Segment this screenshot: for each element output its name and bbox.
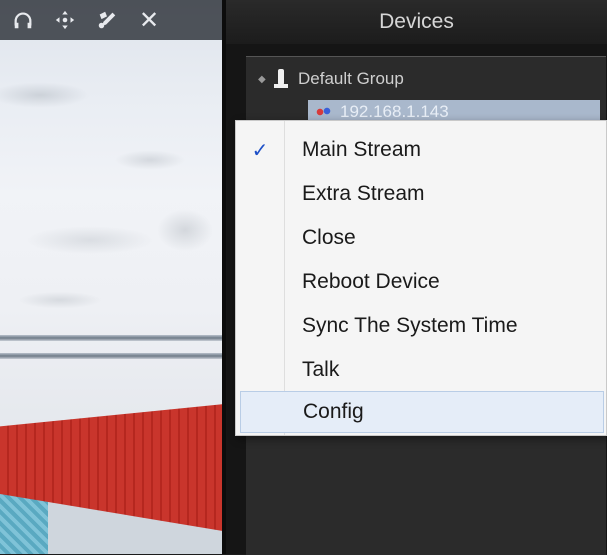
group-label: Default Group xyxy=(298,69,404,88)
video-pipe-lower xyxy=(0,353,222,359)
headphones-icon[interactable] xyxy=(8,5,38,35)
edit-icon[interactable] xyxy=(92,5,122,35)
menu-item-label: Main Stream xyxy=(302,138,422,161)
video-pipe-upper xyxy=(0,335,222,341)
device-label: 192.168.1.143 xyxy=(340,102,449,121)
group-icon xyxy=(274,69,288,89)
menu-item-label: Extra Stream xyxy=(302,182,425,205)
video-toolbar: ✕ xyxy=(0,0,222,40)
camera-device-icon xyxy=(316,106,332,118)
menu-item-label: Close xyxy=(302,226,356,249)
checkmark-icon: ✓ xyxy=(251,139,269,162)
video-feed[interactable]: ✕ xyxy=(0,0,222,554)
menu-item-label: Talk xyxy=(302,358,340,381)
context-menu: ✓ Main Stream Extra Stream Close Reboot … xyxy=(235,120,607,436)
menu-item-config[interactable]: Config xyxy=(240,391,604,433)
move-icon[interactable] xyxy=(50,5,80,35)
close-icon[interactable]: ✕ xyxy=(134,5,164,35)
menu-item-close[interactable]: Close xyxy=(236,217,606,259)
menu-item-extra-stream[interactable]: Extra Stream xyxy=(236,173,606,215)
tree-group-default[interactable]: ◆ Default Group xyxy=(258,65,404,93)
menu-item-reboot-device[interactable]: Reboot Device xyxy=(236,261,606,303)
menu-item-sync-system-time[interactable]: Sync The System Time xyxy=(236,305,606,347)
expand-arrow-icon[interactable]: ◆ xyxy=(258,74,274,85)
menu-item-talk[interactable]: Talk xyxy=(236,349,606,391)
panel-title: Devices xyxy=(226,0,607,44)
menu-item-label: Config xyxy=(303,400,364,423)
menu-item-label: Sync The System Time xyxy=(302,314,518,337)
menu-item-main-stream[interactable]: ✓ Main Stream xyxy=(236,129,606,171)
menu-item-label: Reboot Device xyxy=(302,270,440,293)
